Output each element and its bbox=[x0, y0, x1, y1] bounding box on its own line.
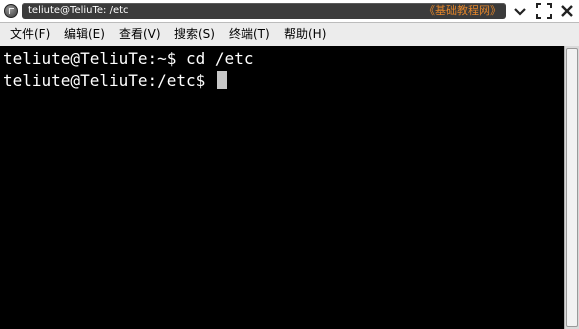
scrollbar-thumb[interactable] bbox=[566, 48, 578, 327]
menu-help[interactable]: 帮助(H) bbox=[282, 26, 328, 42]
terminal-line-text: teliute@TeliuTe:~$ cd /etc bbox=[3, 49, 254, 68]
maximize-button[interactable] bbox=[534, 1, 554, 21]
menu-terminal[interactable]: 终端(T) bbox=[227, 26, 272, 42]
title-bar[interactable]: teliute@TeliuTe: /etc 《基础教程网》 bbox=[0, 0, 579, 23]
window-menu-icon[interactable] bbox=[4, 4, 18, 18]
minimize-button[interactable] bbox=[510, 1, 530, 21]
terminal-line: teliute@TeliuTe:~$ cd /etc bbox=[3, 48, 253, 70]
menu-search[interactable]: 搜索(S) bbox=[172, 26, 217, 42]
menu-bar: 文件(F) 编辑(E) 查看(V) 搜索(S) 终端(T) 帮助(H) bbox=[0, 23, 579, 45]
close-button[interactable] bbox=[557, 1, 577, 21]
terminal-prompt-text: teliute@TeliuTe:/etc$ bbox=[3, 71, 215, 90]
minimize-icon bbox=[514, 8, 526, 16]
vertical-scrollbar[interactable] bbox=[564, 46, 579, 329]
maximize-icon bbox=[536, 3, 552, 19]
menu-view[interactable]: 查看(V) bbox=[117, 26, 163, 42]
terminal-prompt-line: teliute@TeliuTe:/etc$ bbox=[3, 70, 227, 92]
window-title: teliute@TeliuTe: /etc bbox=[28, 5, 129, 16]
close-icon bbox=[561, 5, 573, 17]
menu-edit[interactable]: 编辑(E) bbox=[62, 26, 107, 42]
terminal-window: teliute@TeliuTe: /etc 《基础教程网》 文件(F) 编辑(E bbox=[0, 0, 579, 329]
terminal-output[interactable]: teliute@TeliuTe:~$ cd /etc teliute@Teliu… bbox=[0, 46, 564, 329]
watermark-text: 《基础教程网》 bbox=[424, 4, 501, 17]
text-cursor bbox=[216, 71, 227, 89]
menu-file[interactable]: 文件(F) bbox=[8, 26, 52, 42]
